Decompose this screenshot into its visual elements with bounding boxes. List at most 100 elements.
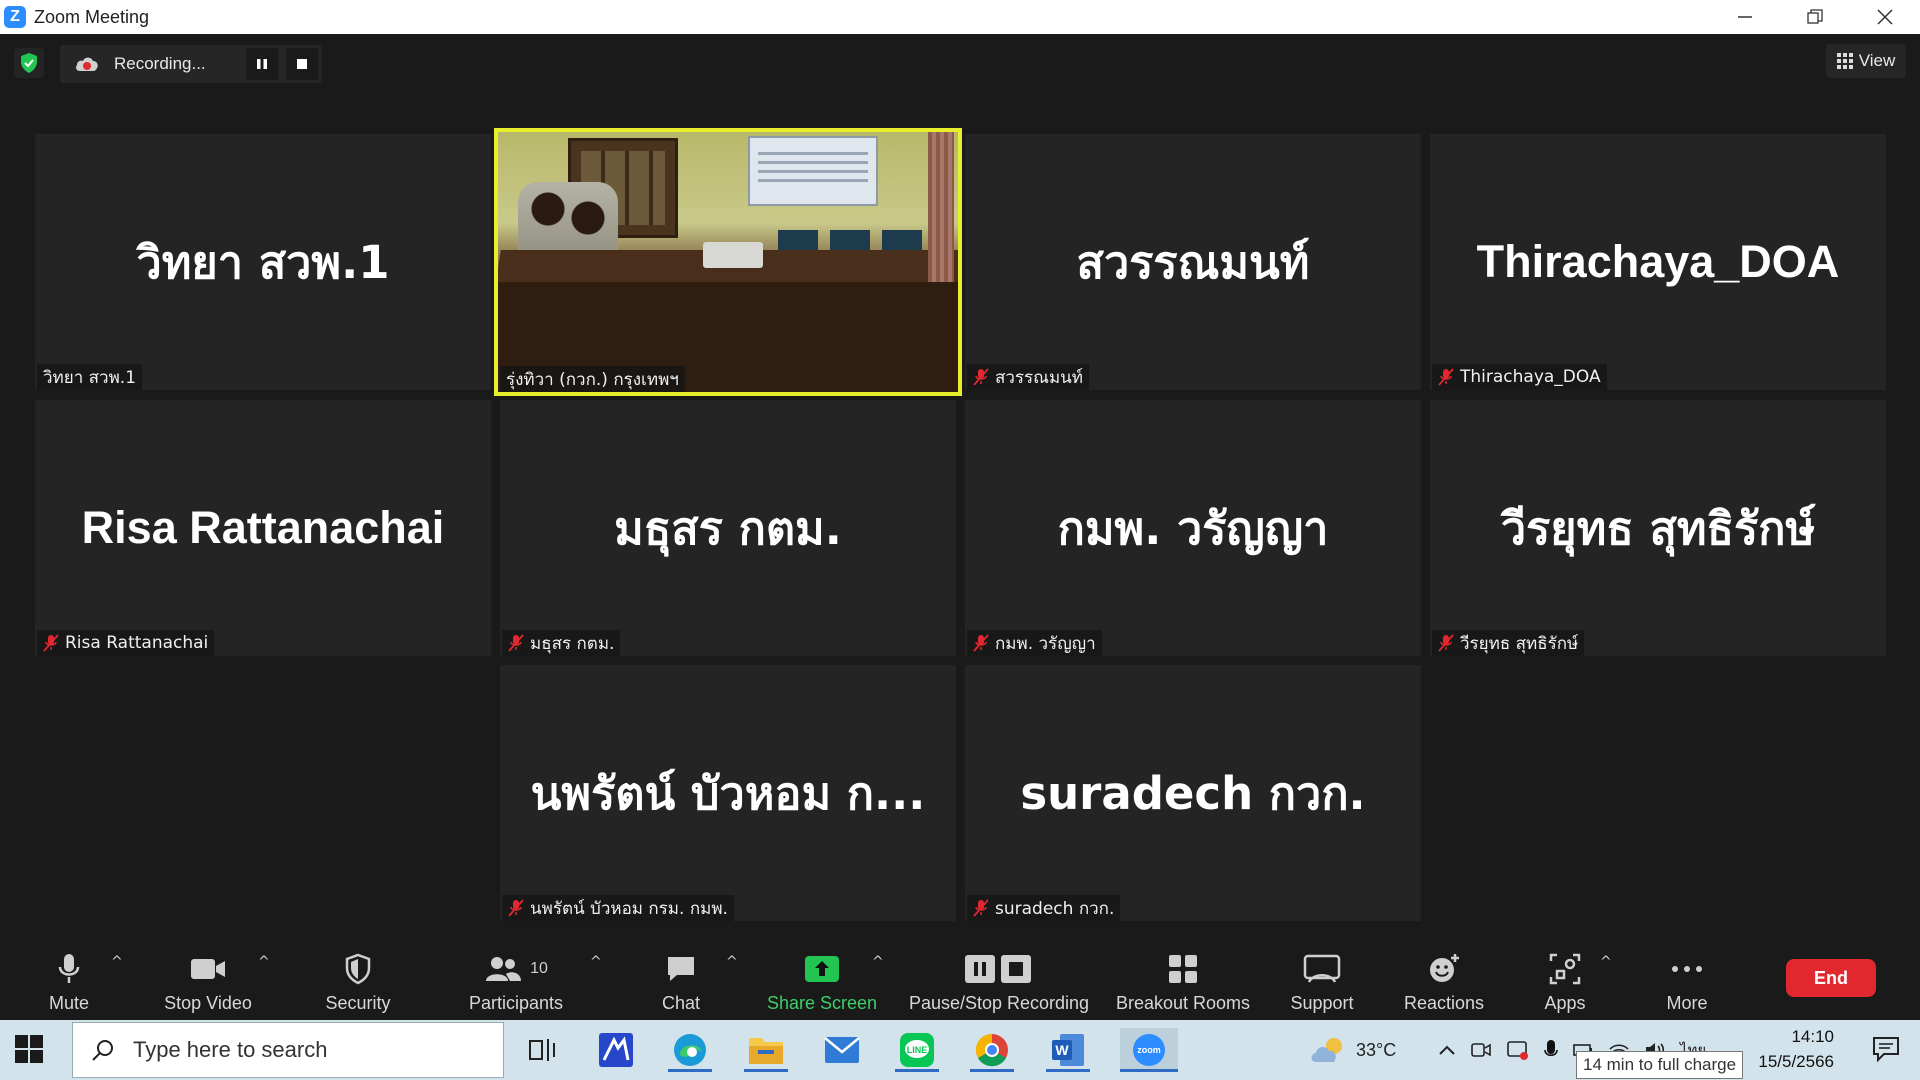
taskbar-app-file-explorer[interactable] [744, 1028, 788, 1072]
participant-name-label: Risa Rattanachai [37, 630, 215, 656]
video-options-chevron-icon[interactable]: ^ [258, 954, 270, 970]
participant-label-text: รุ่งทิวา (กวก.) กรุงเทพฯ [506, 369, 679, 390]
pause-stop-recording-button[interactable]: Pause/Stop Recording [906, 940, 1092, 1020]
participant-label-text: มธุสร กตม. [530, 633, 615, 654]
weather-widget[interactable]: 33°C [1308, 1020, 1396, 1080]
reactions-emoji-icon [1427, 949, 1461, 989]
share-screen-label: Share Screen [766, 993, 878, 1013]
apps-button[interactable]: Apps [1540, 940, 1590, 1020]
taskbar-app-edge[interactable] [668, 1028, 712, 1072]
search-icon [92, 1040, 113, 1061]
mail-icon [824, 1037, 860, 1063]
app-active-indicator [744, 1069, 788, 1072]
meet-now-icon[interactable] [1470, 1039, 1492, 1061]
app-active-indicator [1120, 1069, 1178, 1072]
support-button[interactable]: Support [1284, 940, 1360, 1020]
minimize-icon [1738, 16, 1752, 18]
stop-recording-button[interactable] [286, 48, 318, 80]
notification-center-icon[interactable] [1872, 1036, 1900, 1062]
end-meeting-button[interactable]: End [1786, 959, 1876, 997]
taskbar-app-zoom[interactable]: zoom [1120, 1028, 1178, 1072]
view-button[interactable]: View [1826, 44, 1906, 78]
participant-tile[interactable]: Thirachaya_DOA Thirachaya_DOA [1430, 134, 1886, 390]
weather-temperature: 33°C [1356, 1039, 1397, 1060]
taskbar-app-word[interactable]: W [1046, 1028, 1090, 1072]
participant-label-text: Risa Rattanachai [65, 633, 209, 653]
active-speaker-tile[interactable]: รุ่งทิวา (กวก.) กรุงเทพฯ [494, 128, 962, 396]
participant-label-text: สวรรณมนท์ [995, 367, 1083, 388]
restore-button[interactable] [1780, 0, 1850, 34]
taskbar-app-chrome[interactable] [970, 1028, 1014, 1072]
participant-name-display: นพรัตน์ บัวหอม ก... [530, 767, 926, 820]
task-view-icon [529, 1039, 555, 1061]
svg-text:LINE: LINE [907, 1045, 928, 1055]
share-screen-button[interactable]: Share Screen [765, 940, 879, 1020]
battery-tooltip: 14 min to full charge [1576, 1051, 1744, 1079]
breakout-rooms-button[interactable]: Breakout Rooms [1113, 940, 1253, 1020]
task-view-button[interactable] [520, 1028, 564, 1072]
taskbar-app-pen[interactable] [594, 1028, 638, 1072]
participant-tile[interactable]: กมพ. วรัญญา กมพ. วรัญญา [965, 400, 1421, 656]
microphone-tray-icon[interactable] [1544, 1038, 1558, 1062]
encryption-shield-button[interactable] [14, 48, 44, 78]
share-screen-icon [804, 949, 840, 989]
taskbar-app-mail[interactable] [820, 1028, 864, 1072]
reactions-label: Reactions [1403, 993, 1485, 1013]
participant-tile[interactable]: วีรยุทธ สุทธิรักษ์ วีรยุทธ สุทธิรักษ์ [1430, 400, 1886, 656]
security-shield-icon [344, 949, 372, 989]
mute-button[interactable]: Mute [44, 940, 94, 1020]
participant-label-text: วิทยา สวพ.1 [43, 367, 137, 388]
participant-name-label: กมพ. วรัญญา [967, 630, 1102, 656]
chat-options-chevron-icon[interactable]: ^ [726, 954, 738, 970]
close-button[interactable] [1850, 0, 1920, 34]
participant-label-text: วีรยุทธ สุทธิรักษ์ [1460, 633, 1579, 654]
participant-name-display: กมพ. วรัญญา [1057, 502, 1329, 555]
participant-tile[interactable]: มธุสร กตม. มธุสร กตม. [500, 400, 956, 656]
video-projector [703, 242, 763, 268]
mute-label: Mute [48, 993, 90, 1013]
support-screen-icon [1303, 949, 1341, 989]
search-placeholder: Type here to search [133, 1037, 328, 1062]
participant-tile[interactable]: สวรรณมนท์ สวรรณมนท์ [965, 134, 1421, 390]
breakout-rooms-label: Breakout Rooms [1115, 993, 1251, 1013]
participant-tile[interactable]: นพรัตน์ บัวหอม ก... นพรัตน์ บัวหอม กรม. … [500, 665, 956, 921]
participant-tile[interactable]: Risa Rattanachai Risa Rattanachai [35, 400, 491, 656]
taskbar-search-box[interactable]: Type here to search [72, 1022, 504, 1078]
clock-date: 15/5/2566 [1758, 1052, 1834, 1071]
more-button[interactable]: More [1662, 940, 1712, 1020]
windows-start-icon[interactable] [14, 1034, 44, 1064]
participant-name-label: วีรยุทธ สุทธิรักษ์ [1432, 630, 1585, 656]
screen-record-icon[interactable] [1506, 1039, 1530, 1061]
participant-label-text: นพรัตน์ บัวหอม กรม. กมพ. [530, 898, 728, 919]
participants-button[interactable]: 10 Participants [464, 940, 568, 1020]
participant-name-label: นพรัตน์ บัวหอม กรม. กมพ. [502, 895, 734, 921]
stop-icon [297, 59, 307, 69]
mic-muted-icon [1438, 634, 1454, 652]
participant-name-display: มธุสร กตม. [614, 502, 842, 555]
share-options-chevron-icon[interactable]: ^ [872, 954, 884, 970]
chat-button[interactable]: Chat [650, 940, 712, 1020]
taskbar-clock[interactable]: 14:10 15/5/2566 [1758, 1024, 1834, 1074]
taskbar-app-line[interactable]: LINE [895, 1028, 939, 1072]
participants-options-chevron-icon[interactable]: ^ [590, 954, 602, 970]
meeting-topbar: Recording... View [0, 34, 1920, 94]
apps-options-chevron-icon[interactable]: ^ [1600, 954, 1612, 970]
reactions-button[interactable]: Reactions [1400, 940, 1488, 1020]
support-label: Support [1290, 993, 1354, 1013]
svg-text:W: W [1055, 1042, 1069, 1058]
window-title: Zoom Meeting [34, 6, 150, 27]
security-button[interactable]: Security [318, 940, 398, 1020]
participant-name-display: Thirachaya_DOA [1476, 236, 1840, 287]
chevron-up-icon[interactable] [1438, 1044, 1456, 1056]
participants-label: Participants [468, 993, 564, 1013]
security-label: Security [325, 993, 391, 1013]
pause-recording-button[interactable] [246, 48, 278, 80]
app-active-indicator [895, 1069, 939, 1072]
participant-tile[interactable]: วิทยา สวพ.1 วิทยา สวพ.1 [35, 134, 491, 390]
participant-tile[interactable]: suradech กวก. suradech กวก. [965, 665, 1421, 921]
stop-video-button[interactable]: Stop Video [158, 940, 258, 1020]
participants-count: 10 [530, 960, 548, 977]
audio-options-chevron-icon[interactable]: ^ [111, 954, 123, 970]
minimize-button[interactable] [1710, 0, 1780, 34]
participants-icon: 10 [484, 949, 548, 989]
